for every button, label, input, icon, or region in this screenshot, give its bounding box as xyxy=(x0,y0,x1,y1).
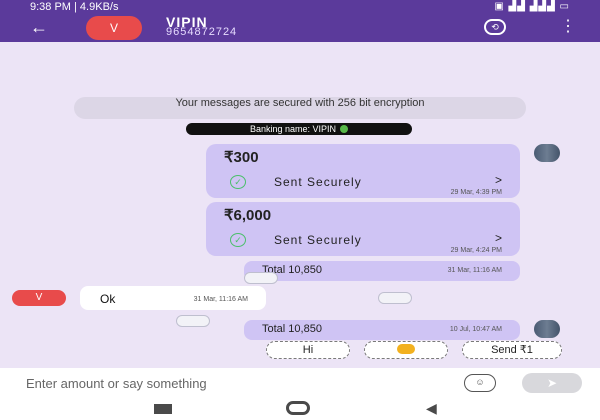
status-time: 9:38 PM | 4.9KB/s xyxy=(30,1,119,13)
contact-avatar[interactable]: V xyxy=(86,16,142,40)
reaction-placeholder[interactable] xyxy=(378,292,412,304)
status-indicators: ▣ ▟▟ ▟▟▟ ▭ xyxy=(494,1,570,12)
home-icon[interactable] xyxy=(286,401,310,415)
verified-icon xyxy=(340,125,349,133)
incoming-text: Ok xyxy=(100,292,116,306)
chevron-right-icon: > xyxy=(494,231,502,245)
payment-time: 29 Mar, 4:39 PM xyxy=(450,189,502,196)
payment-card[interactable]: ₹6,000 ✓ Sent Securely > 29 Mar, 4:24 PM xyxy=(206,202,520,256)
reaction-placeholder[interactable] xyxy=(244,272,278,284)
check-icon: ✓ xyxy=(230,175,246,189)
composer-bar: ☺ ➤ xyxy=(0,368,600,398)
quick-reply-emoji[interactable] xyxy=(364,341,448,359)
chevron-right-icon: > xyxy=(494,173,502,187)
payment-status: Sent Securely xyxy=(274,233,362,247)
contact-phone: 9654872724 xyxy=(166,26,238,38)
emoji-icon[interactable]: ☺ xyxy=(464,374,496,392)
user-avatar xyxy=(534,144,560,162)
payment-amount: ₹300 xyxy=(224,149,259,166)
total-time: 31 Mar, 11:16 AM xyxy=(447,267,502,274)
chat-header: ← V VIPIN 9654872724 ⟲ ⋮ xyxy=(0,14,600,42)
total-bubble: Total 10,850 31 Mar, 11:16 AM xyxy=(244,261,520,281)
back-arrow-icon[interactable]: ← xyxy=(30,17,48,37)
message-input[interactable] xyxy=(26,373,436,393)
payment-time: 29 Mar, 4:24 PM xyxy=(450,247,502,254)
banking-name-badge: Banking name: VIPIN xyxy=(186,123,412,135)
incoming-message: Ok 31 Mar, 11:16 AM xyxy=(80,286,266,310)
nav-back-icon[interactable]: ◀ xyxy=(426,400,437,416)
more-menu-icon[interactable]: ⋮ xyxy=(560,17,576,37)
recents-icon[interactable] xyxy=(154,404,172,414)
incoming-time: 31 Mar, 11:16 AM xyxy=(193,296,248,303)
payment-card[interactable]: ₹300 ✓ Sent Securely > 29 Mar, 4:39 PM xyxy=(206,144,520,198)
payment-amount: ₹6,000 xyxy=(224,207,272,224)
total-bubble: Total 10,850 10 Jul, 10:47 AM xyxy=(244,320,520,340)
total-label: Total 10,850 xyxy=(262,323,322,335)
smile-icon xyxy=(397,344,415,354)
total-time: 10 Jul, 10:47 AM xyxy=(449,326,502,333)
incoming-avatar[interactable]: V xyxy=(12,290,66,306)
status-bar: 9:38 PM | 4.9KB/s ▣ ▟▟ ▟▟▟ ▭ xyxy=(0,0,600,14)
banking-name-text: Banking name: VIPIN xyxy=(249,124,337,134)
check-icon: ✓ xyxy=(230,233,246,247)
reaction-placeholder[interactable] xyxy=(176,315,210,327)
payment-status: Sent Securely xyxy=(274,175,362,189)
quick-reply-hi[interactable]: Hi xyxy=(266,341,350,359)
system-nav-bar: ◀ xyxy=(0,398,600,420)
quick-reply-send[interactable]: Send ₹1 xyxy=(462,341,562,359)
encryption-notice: Your messages are secured with 256 bit e… xyxy=(74,97,526,119)
user-avatar xyxy=(534,320,560,338)
refresh-icon[interactable]: ⟲ xyxy=(484,19,506,35)
send-button[interactable]: ➤ xyxy=(522,373,582,393)
